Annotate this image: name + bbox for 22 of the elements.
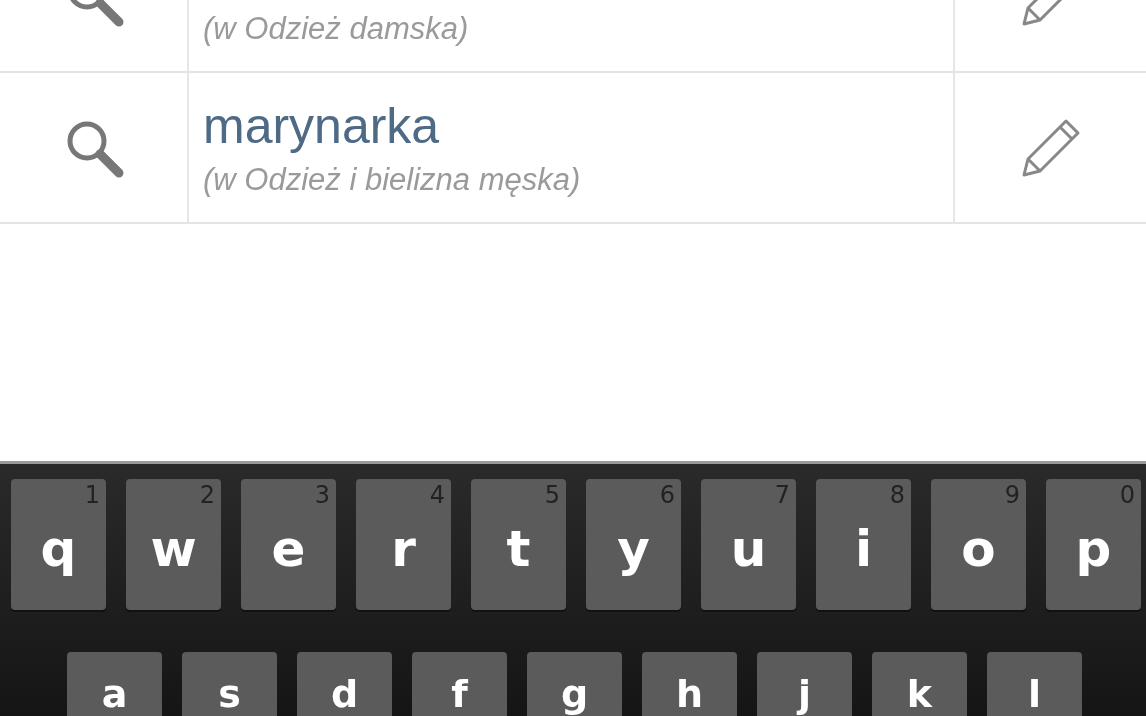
key[interactable]: k [872, 652, 967, 716]
key[interactable]: j [757, 652, 852, 716]
key[interactable]: g [527, 652, 622, 716]
key[interactable]: h [642, 652, 737, 716]
suggestion-category: (w Odzież damska) [203, 9, 469, 48]
key[interactable]: u 7 [701, 479, 796, 610]
key[interactable]: e 3 [241, 479, 336, 610]
key[interactable]: q 1 [11, 479, 106, 610]
key[interactable]: f [412, 652, 507, 716]
key[interactable]: w 2 [126, 479, 221, 610]
key[interactable]: s [182, 652, 277, 716]
key[interactable]: d [297, 652, 392, 716]
key[interactable]: y 6 [586, 479, 681, 610]
key[interactable]: a [67, 652, 162, 716]
suggestion-title: marynarka [203, 96, 440, 156]
key[interactable]: p 0 [1046, 479, 1141, 610]
key[interactable]: i 8 [816, 479, 911, 610]
key[interactable]: t 5 [471, 479, 566, 610]
key[interactable]: r 4 [356, 479, 451, 610]
key[interactable]: o 9 [931, 479, 1026, 610]
suggestion-category: (w Odzież i bielizna męska) [203, 160, 581, 199]
key[interactable]: l [987, 652, 1082, 716]
